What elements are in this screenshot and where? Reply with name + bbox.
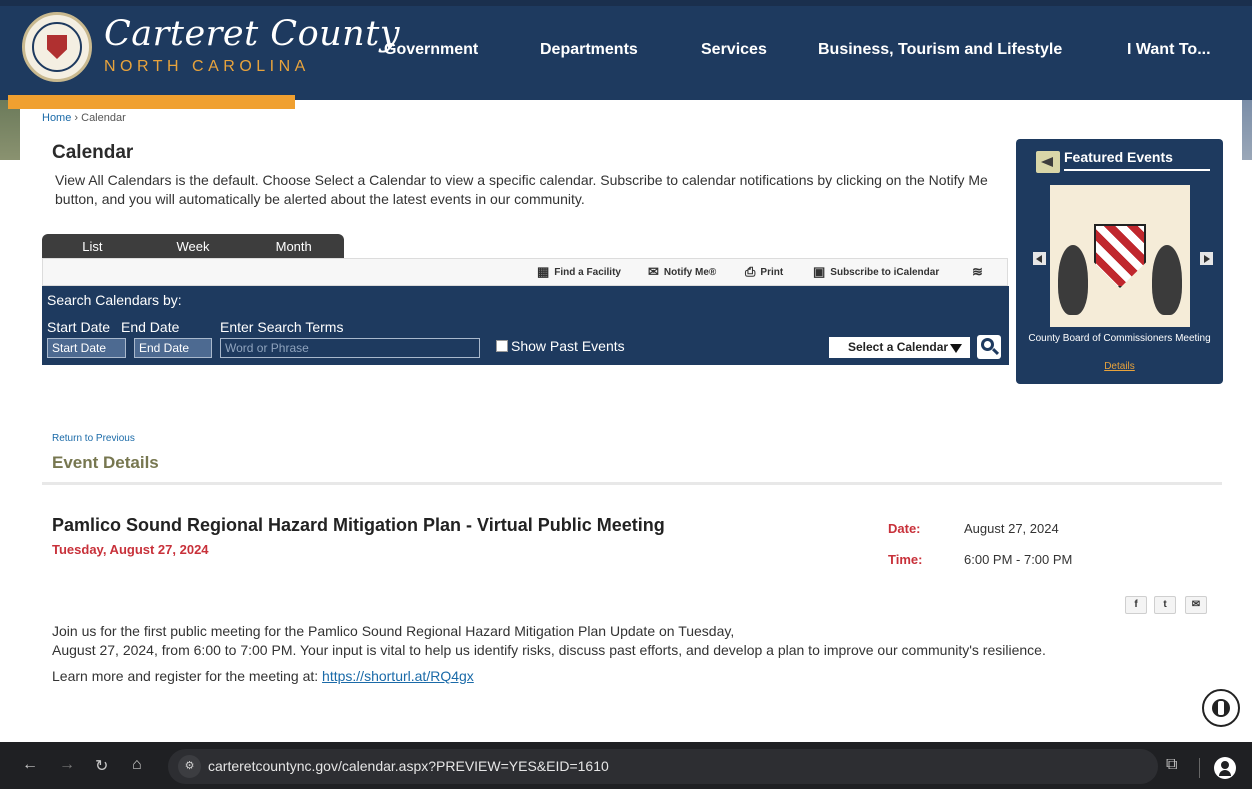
select-calendar-dropdown[interactable]: Select a Calendar (829, 337, 970, 358)
brand-title[interactable]: Carteret County (104, 14, 400, 54)
select-calendar-label: Select a Calendar (848, 340, 949, 354)
start-date-label: Start Date (47, 319, 111, 335)
county-seal-logo[interactable] (22, 12, 92, 82)
home-icon[interactable]: ⌂ (132, 756, 142, 774)
print-label: Print (760, 266, 784, 278)
brand-subtitle: NORTH CAROLINA (104, 58, 310, 75)
featured-next-button[interactable] (1200, 252, 1213, 265)
show-past-events[interactable]: Show Past Events (496, 338, 625, 354)
envelope-icon: ✉ (648, 264, 659, 279)
breadcrumb: Home › Calendar (42, 112, 126, 124)
print-button[interactable]: ⎙ Print (745, 264, 784, 279)
rss-button[interactable]: ≋ (972, 264, 988, 279)
page-title: Calendar (52, 142, 134, 163)
forward-arrow-icon[interactable]: → (59, 756, 75, 774)
featured-details-link[interactable]: Details (1016, 361, 1223, 372)
nav-services[interactable]: Services (701, 41, 767, 59)
nav-business-tourism[interactable]: Business, Tourism and Lifestyle (818, 41, 1062, 59)
notify-me-button[interactable]: ✉ Notify Me® (648, 264, 717, 279)
profile-avatar-icon[interactable] (1214, 757, 1236, 779)
subscribe-label: Subscribe to iCalendar (830, 266, 940, 278)
return-to-previous-link[interactable]: Return to Previous (52, 433, 135, 444)
featured-event-caption: County Board of Commissioners Meeting (1028, 333, 1211, 344)
facebook-icon: f (1134, 599, 1138, 610)
seal-ring (32, 22, 82, 72)
nav-i-want-to[interactable]: I Want To... (1127, 41, 1211, 59)
featured-events-heading: Featured Events (1064, 149, 1210, 171)
site-header: Carteret County NORTH CAROLINA Governmen… (0, 0, 1252, 100)
start-date-input[interactable] (47, 338, 126, 358)
time-label: Time: (888, 552, 923, 567)
header-accent-bar (8, 95, 295, 109)
seal-shield-icon (47, 35, 67, 59)
event-description-line-1: Join us for the first public meeting for… (52, 623, 735, 639)
register-link[interactable]: https://shorturl.at/RQ4gx (322, 668, 474, 684)
search-terms-input[interactable] (220, 338, 480, 358)
learn-more-text: Learn more and register for the meeting … (52, 668, 323, 684)
find-facility-label: Find a Facility (554, 266, 621, 278)
nav-government[interactable]: Government (384, 41, 478, 59)
date-label: Date: (888, 521, 921, 536)
page-intro: View All Calendars is the default. Choos… (55, 172, 988, 207)
show-past-events-label: Show Past Events (511, 338, 625, 354)
find-facility-button[interactable]: ▦ Find a Facility (537, 264, 621, 279)
event-title: Pamlico Sound Regional Hazard Mitigation… (52, 515, 665, 535)
extensions-icon[interactable]: ⧉ (1166, 756, 1177, 774)
time-value: 6:00 PM - 7:00 PM (964, 552, 1073, 567)
address-bar-url[interactable]: carteretcountync.gov/calendar.aspx?PREVI… (208, 758, 609, 774)
dolphin-right-figure (1152, 245, 1182, 315)
tab-month[interactable]: Month (243, 234, 344, 258)
twitter-share-button[interactable]: t (1154, 596, 1176, 614)
subscribe-icalendar-button[interactable]: ▣ Subscribe to iCalendar (813, 264, 940, 279)
breadcrumb-separator: › (71, 112, 82, 124)
event-learn-more: Learn more and register for the meeting … (52, 668, 474, 684)
back-arrow-icon[interactable]: ← (22, 756, 38, 774)
search-calendars-panel: Search Calendars by: Start Date End Date… (42, 286, 1009, 365)
show-past-events-checkbox[interactable] (496, 340, 508, 352)
end-date-input[interactable] (134, 338, 212, 358)
header-top-stripe (0, 0, 1252, 6)
search-heading: Search Calendars by: (47, 292, 182, 308)
building-icon: ▦ (537, 264, 550, 279)
email-share-button[interactable]: ✉ (1185, 596, 1207, 614)
reload-icon[interactable]: ↻ (95, 756, 108, 776)
search-button[interactable] (977, 335, 1001, 359)
address-bar[interactable]: ⚙ carteretcountync.gov/calendar.aspx?PRE… (168, 749, 1158, 784)
view-tabs: List Week Month (42, 234, 344, 258)
nav-departments[interactable]: Departments (540, 41, 638, 59)
accessibility-icon[interactable] (1202, 689, 1240, 727)
toolbar-separator (1199, 758, 1200, 778)
tab-list[interactable]: List (42, 234, 143, 258)
megaphone-icon (1036, 151, 1060, 173)
site-settings-icon[interactable]: ⚙ (178, 755, 201, 778)
facebook-share-button[interactable]: f (1125, 596, 1147, 614)
calendar-toolbar: ▦ Find a Facility ✉ Notify Me® ⎙ Print ▣… (42, 258, 1008, 286)
notify-me-label: Notify Me® (663, 266, 717, 278)
date-value: August 27, 2024 (964, 521, 1059, 536)
printer-icon: ⎙ (745, 264, 756, 279)
twitter-icon: t (1163, 599, 1167, 610)
county-coat-of-arms-image (1050, 185, 1190, 327)
event-description-line-2: August 27, 2024, from 6:00 to 7:00 PM. Y… (52, 642, 1046, 658)
rss-icon: ≋ (972, 264, 983, 279)
featured-prev-button[interactable] (1033, 252, 1046, 265)
event-details-heading: Event Details (52, 453, 159, 472)
end-date-label: End Date (121, 319, 180, 335)
background-photo-left (0, 100, 22, 160)
background-photo-right (1242, 100, 1252, 160)
section-divider (42, 482, 1222, 485)
tab-week[interactable]: Week (143, 234, 244, 258)
search-terms-label: Enter Search Terms (220, 319, 344, 335)
event-date-long: Tuesday, August 27, 2024 (52, 542, 209, 557)
search-icon-handle (991, 347, 1000, 356)
featured-events-widget: Featured Events County Board of Commissi… (1016, 139, 1223, 384)
dolphin-left-figure (1058, 245, 1088, 315)
breadcrumb-current: Calendar (81, 112, 126, 124)
email-icon: ✉ (1191, 599, 1201, 610)
dropdown-arrow-icon (950, 344, 962, 353)
calendar-icon: ▣ (813, 264, 826, 279)
coat-of-arms-shield (1094, 224, 1146, 288)
breadcrumb-home-link[interactable]: Home (42, 112, 71, 124)
